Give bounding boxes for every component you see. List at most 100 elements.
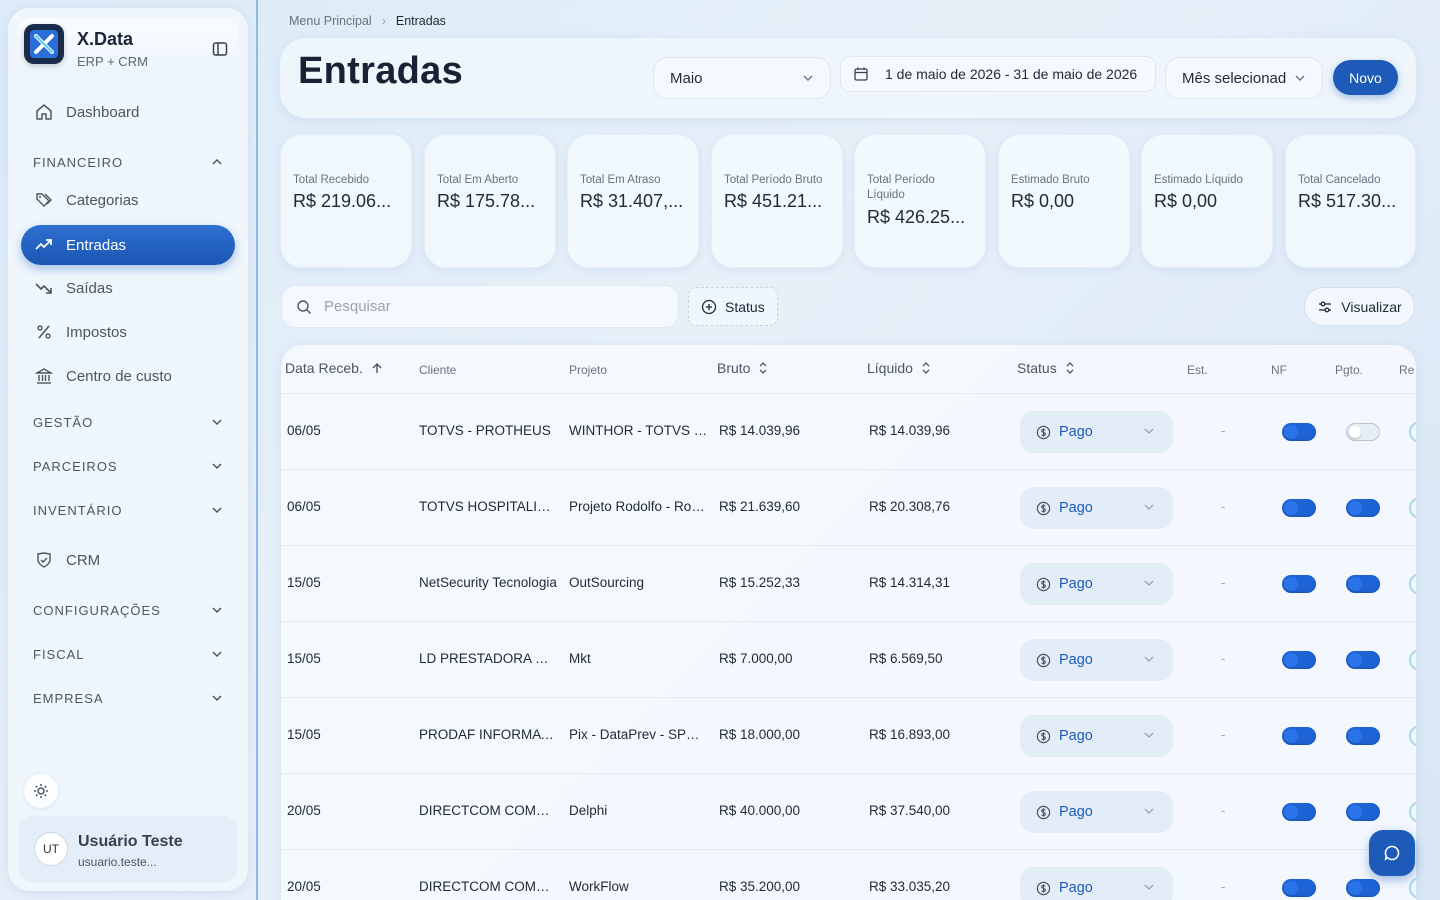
column-header-bruto[interactable]: Bruto [717,360,768,376]
row-action-icon[interactable] [1409,649,1416,671]
column-header-data[interactable]: Data Receb. [285,360,383,376]
sidebar-item-crm[interactable]: CRM [21,540,235,580]
sort-icon [921,361,931,375]
section-parceiros[interactable]: PARCEIROS [33,456,223,476]
column-header-nf[interactable]: NF [1271,363,1287,377]
sidebar-toggle-icon[interactable] [212,41,228,57]
table-row[interactable]: 15/05 LD PRESTADORA DE... Mkt R$ 7.000,00 R$… [281,621,1416,697]
pgto-toggle[interactable] [1346,879,1380,897]
nf-toggle[interactable] [1282,803,1316,821]
nf-toggle[interactable] [1282,423,1316,441]
user-name: Usuário Teste [78,833,183,850]
sidebar-item-entradas[interactable]: Entradas [21,225,235,265]
table-row[interactable]: 06/05 TOTVS HOSPITALITY... Projeto Rodolfo… [281,469,1416,545]
status-select[interactable]: Pago [1020,487,1173,529]
status-select[interactable]: Pago [1020,791,1173,833]
status-select[interactable]: Pago [1020,715,1173,757]
table-row[interactable]: 20/05 DIRECTCOM COMER... WorkFlow R$ 35.200… [281,849,1416,900]
cell-liquido: R$ 37.540,00 [869,803,951,818]
chevron-down-icon [1143,577,1155,589]
column-header-cliente[interactable]: Cliente [419,363,456,377]
table-row[interactable]: 15/05 PRODAF INFORMATI... Pix - DataPrev -… [281,697,1416,773]
sidebar-item-categorias[interactable]: Categorias [21,180,235,220]
nf-toggle[interactable] [1282,727,1316,745]
sidebar-item-centro-de-custo[interactable]: Centro de custo [21,356,235,396]
column-header-liquido[interactable]: Líquido [867,360,931,376]
card-value: R$ 0,00 [1011,191,1075,211]
pgto-toggle[interactable] [1346,575,1380,593]
nf-toggle[interactable] [1282,879,1316,897]
sliders-icon [1317,299,1333,315]
breadcrumb-root[interactable]: Menu Principal [289,14,372,28]
sidebar-item-saidas[interactable]: Saídas [21,268,235,308]
column-header-pgto[interactable]: Pgto. [1335,363,1363,377]
chevron-down-icon [1143,501,1155,513]
status-select[interactable]: Pago [1020,867,1173,900]
row-action-icon[interactable] [1409,801,1416,823]
user-email: usuario.teste... [78,855,157,869]
chat-button[interactable] [1369,830,1415,876]
page-title: Entradas [298,50,464,92]
month-select[interactable]: Maio [653,57,831,99]
theme-toggle-button[interactable] [24,774,58,808]
status-select[interactable]: Pago [1020,411,1173,453]
cell-data: 15/05 [287,651,321,666]
new-button[interactable]: Novo [1333,60,1398,95]
search-box [281,285,679,328]
nf-toggle[interactable] [1282,575,1316,593]
status-value: Pago [1059,500,1093,516]
cell-cliente: DIRECTCOM COMER... [419,879,557,894]
sidebar-item-impostos[interactable]: Impostos [21,312,235,352]
section-label: FINANCEIRO [33,154,124,170]
section-empresa[interactable]: EMPRESA [33,688,223,708]
dollar-circle-icon [1036,805,1051,820]
column-label: Bruto [717,360,751,376]
section-financeiro[interactable]: FINANCEIRO [33,152,223,172]
nf-toggle[interactable] [1282,499,1316,517]
section-gestao[interactable]: GESTÃO [33,412,223,432]
cell-data: 06/05 [287,423,321,438]
plus-circle-icon [701,299,717,315]
section-configuracoes[interactable]: CONFIGURAÇÕES [33,600,223,620]
sidebar [8,8,248,891]
row-action-icon[interactable] [1409,573,1416,595]
app-name: X.Data [77,29,134,49]
row-action-icon[interactable] [1409,497,1416,519]
status-filter-button[interactable]: Status [688,287,778,326]
pgto-toggle[interactable] [1346,423,1380,441]
card-label: Estimado Líquido [1154,174,1243,186]
table-row[interactable]: 06/05 TOTVS - PROTHEUS WINTHOR - TOTVS - .… [281,393,1416,469]
status-select[interactable]: Pago [1020,563,1173,605]
table-row[interactable]: 15/05 NetSecurity Tecnologia OutSourcing R$… [281,545,1416,621]
pgto-toggle[interactable] [1346,727,1380,745]
column-header-re[interactable]: Re [1399,363,1414,377]
date-range-picker[interactable]: 1 de maio de 2026 - 31 de maio de 2026 [840,56,1156,92]
section-inventario[interactable]: INVENTÁRIO [33,500,223,520]
arrow-up-icon [371,362,383,374]
status-select[interactable]: Pago [1020,639,1173,681]
sidebar-item-dashboard[interactable]: Dashboard [21,92,235,132]
card-value: R$ 517.30... [1298,191,1397,211]
pgto-toggle[interactable] [1346,803,1380,821]
column-label: Líquido [867,360,913,376]
chevron-down-icon [212,695,222,702]
row-action-icon[interactable] [1409,877,1416,899]
search-input[interactable] [324,298,654,315]
user-card[interactable]: UT Usuário Teste usuario.teste... [18,816,238,882]
section-fiscal[interactable]: FISCAL [33,644,223,664]
view-options-button[interactable]: Visualizar [1304,287,1415,326]
cell-liquido: R$ 16.893,00 [869,727,951,742]
chat-bubble-icon [1384,845,1400,861]
nf-toggle[interactable] [1282,651,1316,669]
row-action-icon[interactable] [1409,725,1416,747]
table-row[interactable]: 20/05 DIRECTCOM COMER... Delphi R$ 40.000,0… [281,773,1416,849]
column-header-projeto[interactable]: Projeto [569,363,607,377]
app-subtitle: ERP + CRM [77,54,148,69]
row-action-icon[interactable] [1409,421,1416,443]
column-header-est[interactable]: Est. [1187,363,1208,377]
period-select[interactable]: Mês selecionad [1165,57,1323,99]
pgto-toggle[interactable] [1346,499,1380,517]
cell-est: - [1221,575,1226,590]
column-header-status[interactable]: Status [1017,360,1075,376]
pgto-toggle[interactable] [1346,651,1380,669]
